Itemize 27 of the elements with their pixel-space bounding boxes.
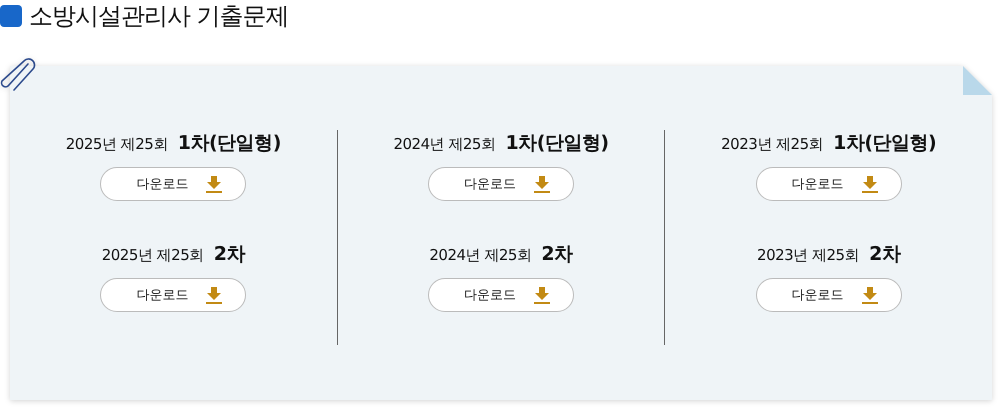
download-icon: [862, 286, 878, 304]
download-button[interactable]: 다운로드: [756, 167, 902, 201]
download-icon: [206, 286, 222, 304]
exam-label: 2023년 제25회: [721, 135, 824, 154]
round-label: 2차: [214, 242, 245, 267]
title-marker: [0, 5, 22, 27]
exam-label: 2025년 제25회: [102, 246, 204, 265]
round-label: 2차: [541, 242, 573, 267]
round-label: 1차(단일형): [178, 131, 281, 156]
page-title: 소방시설관리사 기출문제: [29, 1, 289, 32]
exam-label: 2025년 제25회: [66, 135, 168, 154]
exam-label: 2024년 제25회: [429, 246, 532, 265]
download-button[interactable]: 다운로드: [100, 167, 246, 201]
round-label: 1차(단일형): [833, 131, 936, 156]
round-label: 2차: [869, 242, 900, 267]
exam-label: 2023년 제25회: [757, 246, 860, 265]
download-button[interactable]: 다운로드: [756, 278, 902, 312]
exam-label: 2024년 제25회: [393, 135, 496, 154]
download-button[interactable]: 다운로드: [428, 167, 574, 201]
download-icon: [862, 176, 878, 192]
download-icon: [534, 176, 550, 192]
download-button[interactable]: 다운로드: [100, 278, 246, 312]
download-icon: [206, 176, 222, 192]
download-button[interactable]: 다운로드: [428, 278, 574, 312]
folded-corner: [963, 66, 992, 95]
round-label: 1차(단일형): [505, 131, 609, 156]
download-icon: [534, 286, 550, 304]
